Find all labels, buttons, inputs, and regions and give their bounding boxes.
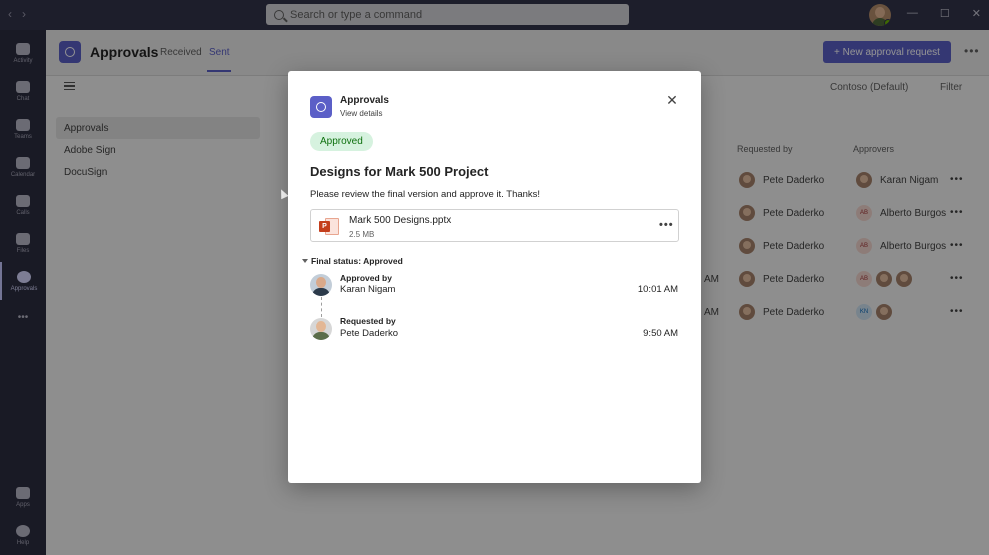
step-label: Approved by bbox=[340, 273, 392, 283]
powerpoint-file-icon: P bbox=[319, 218, 339, 235]
approval-details-dialog: Approvals View details ✕ Approved Design… bbox=[288, 71, 701, 483]
final-status-label: Final status: Approved bbox=[311, 256, 403, 266]
attachment-size: 2.5 MB bbox=[349, 230, 375, 239]
timeline-connector bbox=[321, 297, 322, 317]
approval-title: Designs for Mark 500 Project bbox=[310, 164, 489, 179]
step-time: 10:01 AM bbox=[637, 284, 678, 295]
caret-down-icon bbox=[302, 259, 308, 263]
final-status-toggle[interactable]: Final status: Approved bbox=[302, 256, 403, 266]
step-person-name: Pete Daderko bbox=[340, 328, 399, 339]
dialog-app-name: Approvals bbox=[340, 95, 389, 106]
attachment-card[interactable]: P Mark 500 Designs.pptx 2.5 MB ••• bbox=[310, 209, 679, 242]
avatar bbox=[310, 274, 332, 296]
step-time: 9:50 AM bbox=[643, 328, 678, 339]
avatar bbox=[310, 318, 332, 340]
status-badge: Approved bbox=[310, 132, 373, 151]
approval-message: Please review the final version and appr… bbox=[310, 189, 541, 200]
approvals-logo-icon bbox=[310, 96, 332, 118]
step-label: Requested by bbox=[340, 316, 396, 326]
attachment-name: Mark 500 Designs.pptx bbox=[349, 215, 452, 226]
dialog-subtitle: View details bbox=[340, 109, 383, 118]
attachment-more-button[interactable]: ••• bbox=[659, 219, 674, 231]
step-person-name: Karan Nigam bbox=[340, 284, 396, 295]
close-icon[interactable]: ✕ bbox=[665, 93, 679, 107]
